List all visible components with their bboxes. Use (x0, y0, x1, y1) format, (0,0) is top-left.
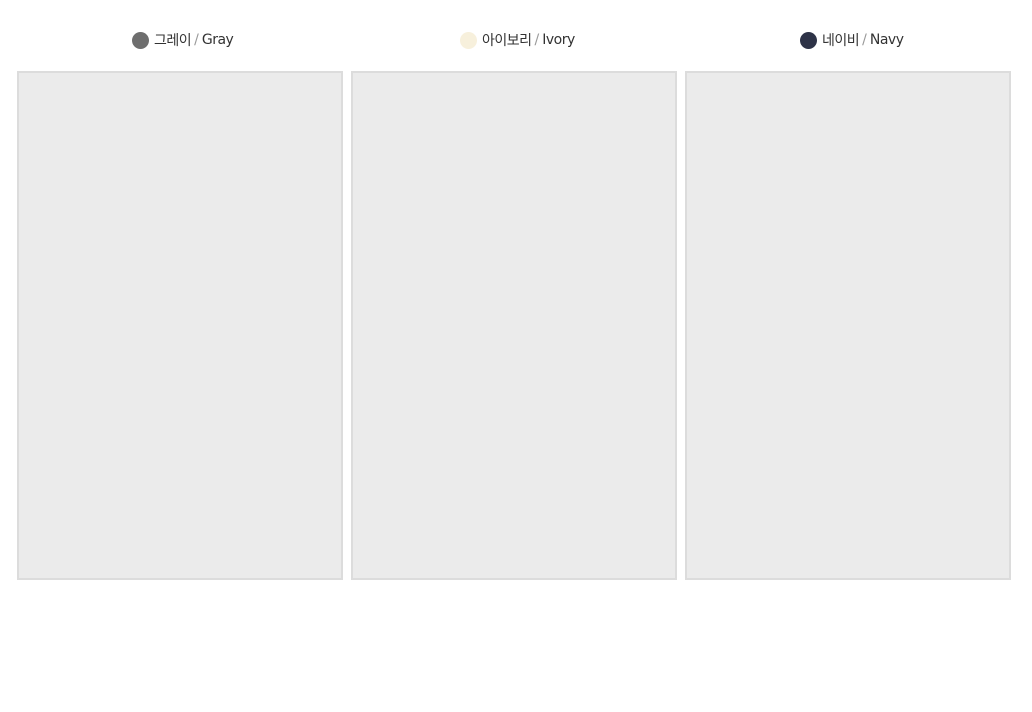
ivory-cardigan-on-mannequin-icon (353, 73, 675, 578)
separator: / (534, 32, 540, 48)
product-photo-gray (17, 71, 343, 580)
color-label-ivory: 아이보리 / Ivory (460, 30, 575, 50)
ivory-swatch-icon (460, 31, 477, 49)
color-label-navy: 네이비 / Navy (800, 30, 904, 50)
gray-swatch-icon (132, 31, 149, 49)
separator: / (862, 32, 867, 48)
product-photo-ivory (351, 71, 677, 580)
separator: / (194, 32, 199, 48)
product-photo-navy (685, 71, 1011, 580)
navy-swatch-icon (800, 31, 817, 49)
gray-cardigan-on-mannequin-icon (19, 73, 341, 578)
color-name-korean: 그레이 (154, 33, 192, 49)
color-label-gray: 그레이 / Gray (132, 30, 234, 50)
navy-cardigan-on-mannequin-icon (687, 73, 1009, 578)
color-name-korean: 아이보리 (482, 33, 532, 49)
color-name-english: Gray (201, 32, 234, 48)
color-name-korean: 네이비 (822, 33, 860, 49)
color-name-english: Navy (869, 32, 904, 48)
color-name-english: Ivory (542, 32, 575, 48)
